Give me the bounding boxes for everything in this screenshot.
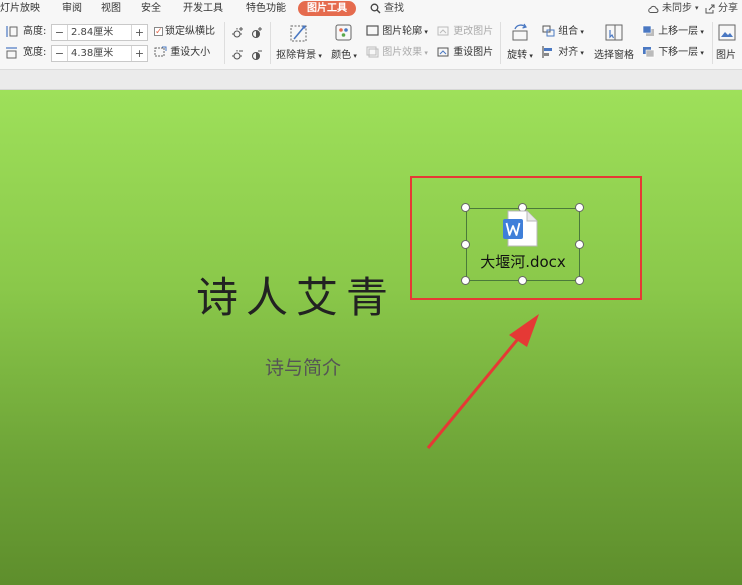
ribbon-separator [270,22,271,64]
tab-picture-tools[interactable]: 图片工具 [298,1,356,16]
selection-pane-button[interactable]: 选择窗格 [592,22,636,63]
send-backward-icon [643,47,655,58]
picture-button[interactable]: 图片 [716,22,742,63]
send-backward-button[interactable]: 下移一层 ▾ [642,46,704,60]
cloud-icon [648,5,659,13]
height-label: 高度: [23,26,47,37]
search-label: 查找 [384,3,404,14]
lock-aspect-checkbox[interactable]: 锁定纵横比 [154,25,215,39]
rotate-icon [512,23,528,41]
width-icon [6,47,17,59]
tab-slideshow[interactable]: 灯片放映 [0,1,40,16]
height-input[interactable]: 2.84厘米 [67,25,132,40]
checkbox-checked-icon [154,25,163,39]
reset-picture-label: 重设图片 [453,47,494,58]
picture-label: 图片 [716,50,736,61]
decrease-contrast-icon[interactable] [250,48,264,62]
palette-icon [335,24,352,41]
increase-brightness-icon[interactable] [231,26,245,40]
height-decrease-button[interactable]: − [52,25,67,40]
search-icon [370,3,381,14]
width-input[interactable]: 4.38厘米 [67,46,132,61]
bring-forward-label: 上移一层 [658,26,699,37]
reset-size-button[interactable]: 重设大小 [154,46,210,60]
group-button[interactable]: 组合 ▾ [542,25,584,39]
picture-effects-label: 图片效果 [382,47,423,58]
selection-pane-icon [605,24,623,41]
reset-size-icon [154,46,167,57]
chevron-down-icon: ▾ [695,4,699,12]
bring-forward-button[interactable]: 上移一层 ▾ [642,25,704,39]
tab-special[interactable]: 特色功能 [246,1,286,16]
width-stepper[interactable]: − 4.38厘米 + [51,45,148,62]
ribbon-separator [224,22,225,64]
width-decrease-button[interactable]: − [52,46,67,61]
remove-background-button[interactable]: 抠除背景 ▾ [274,22,324,63]
lock-aspect-label: 锁定纵横比 [165,26,215,37]
height-stepper[interactable]: − 2.84厘米 + [51,24,148,41]
align-icon [542,46,552,58]
red-arrow-annotation [426,314,539,449]
search-button[interactable]: 查找 [370,1,404,16]
ribbon-tab-bar: 灯片放映 审阅 视图 安全 开发工具 特色功能 图片工具 查找 未同步 ▾ 分享 [0,0,742,18]
picture-outline-icon [366,25,379,36]
picture-effects-icon [366,46,379,58]
rotate-label: 旋转 [507,50,528,61]
color-button[interactable]: 颜色 ▾ [327,22,361,63]
reset-picture-button[interactable]: 重设图片 [437,46,493,60]
tab-developer[interactable]: 开发工具 [183,1,223,16]
share-icon [705,4,715,13]
increase-contrast-icon[interactable] [250,26,264,40]
ribbon-separator [712,22,713,64]
color-label: 颜色 [331,50,352,61]
sync-status-label: 未同步 [662,3,692,14]
align-button[interactable]: 对齐 ▾ [542,46,584,60]
height-icon [6,26,18,37]
rotate-button[interactable]: 旋转 ▾ [503,22,537,63]
picture-effects-button[interactable]: 图片效果 ▾ [366,46,428,60]
send-backward-label: 下移一层 [658,47,699,58]
sync-status-button[interactable]: 未同步 ▾ [648,1,699,16]
remove-background-icon [290,25,307,42]
decrease-brightness-icon[interactable] [231,48,245,62]
ribbon-separator [500,22,501,64]
remove-background-label: 抠除背景 [276,50,317,61]
picture-outline-label: 图片轮廓 [382,26,423,37]
tab-security[interactable]: 安全 [141,1,161,16]
ribbon-toolbar: 高度: − 2.84厘米 + 宽度: − 4.38厘米 + 锁定纵横比 重设大小… [0,18,742,70]
width-increase-button[interactable]: + [132,46,147,61]
selection-pane-label: 选择窗格 [594,50,634,61]
align-label: 对齐 [558,47,579,58]
change-picture-icon [437,26,449,36]
slide-canvas[interactable]: 诗人艾青 诗与简介 大堰河.docx [0,90,742,585]
reset-size-label: 重设大小 [170,47,211,58]
share-button[interactable]: 分享 [705,1,738,16]
group-label: 组合 [558,26,579,37]
change-picture-label: 更改图片 [453,26,494,37]
height-increase-button[interactable]: + [132,25,147,40]
width-label: 宽度: [23,47,47,58]
change-picture-button[interactable]: 更改图片 [437,25,493,39]
reset-picture-icon [437,47,449,57]
share-label: 分享 [718,3,738,14]
editor-top-strip [0,70,742,90]
picture-outline-button[interactable]: 图片轮廓 ▾ [366,25,428,39]
tab-review[interactable]: 审阅 [62,1,82,16]
group-icon [542,25,555,37]
bring-forward-icon [642,25,654,36]
picture-icon [718,24,736,41]
tab-view[interactable]: 视图 [101,1,121,16]
